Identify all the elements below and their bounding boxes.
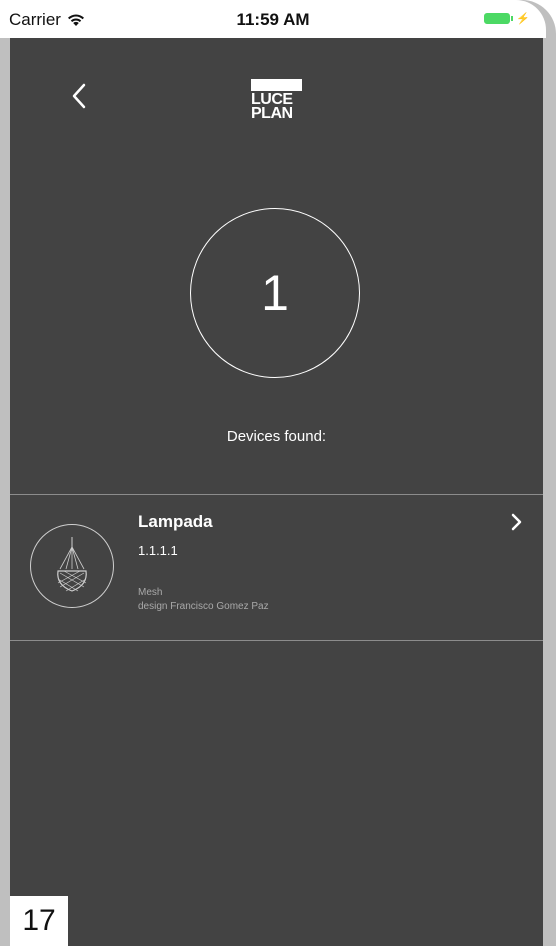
open-device-button[interactable] — [508, 511, 524, 538]
device-version: 1.1.1.1 — [138, 543, 178, 558]
page-number: 17 — [10, 896, 68, 946]
device-designer: design Francisco Gomez Paz — [138, 601, 269, 612]
device-thumbnail — [30, 524, 114, 608]
pendant-lamp-icon — [57, 537, 87, 592]
device-scan-screen: LUCE PLAN 1 Devices found: Lampada 1.1.1… — [10, 38, 543, 946]
device-name: Lampada — [138, 512, 213, 531]
chevron-right-icon — [511, 513, 522, 531]
logo-text-bottom: PLAN — [251, 105, 293, 122]
divider — [10, 640, 543, 641]
chevron-left-icon — [72, 83, 86, 109]
devices-found-label: Devices found: — [226, 428, 327, 445]
device-count: 1 — [261, 265, 289, 321]
luceplan-logo: LUCE PLAN — [251, 79, 302, 122]
charging-icon: ⚡ — [516, 13, 530, 25]
device-model: Mesh — [138, 587, 163, 598]
back-button[interactable] — [65, 78, 93, 114]
device-frame: Carrier 11:59 AM ⚡ LUCE PLAN 1 Devices f… — [0, 0, 556, 946]
status-time: 11:59 AM — [236, 10, 310, 29]
battery-icon: ⚡ — [484, 12, 530, 25]
device-count-circle: 1 — [190, 208, 360, 378]
device-list-item[interactable]: Lampada 1.1.1.1 Mesh design Francisco Go… — [10, 495, 543, 640]
status-bar: Carrier 11:59 AM ⚡ — [0, 0, 546, 38]
